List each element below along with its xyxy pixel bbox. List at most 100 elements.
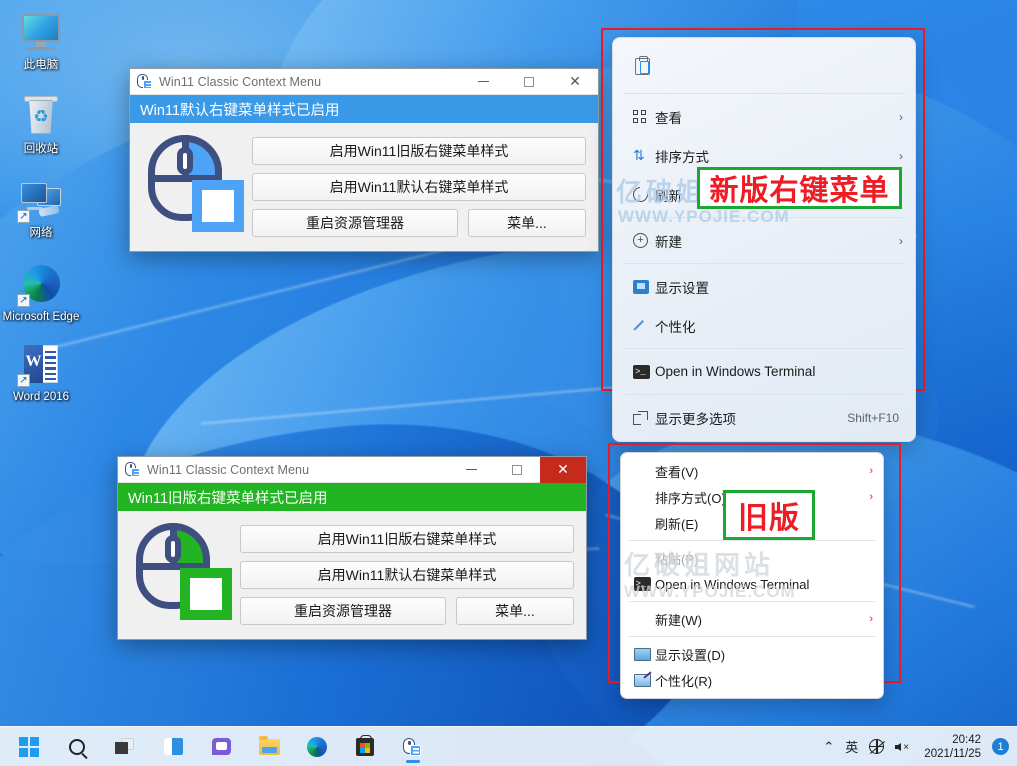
close-button[interactable]: ✕ bbox=[540, 456, 586, 483]
search-icon bbox=[69, 738, 85, 755]
widgets-button[interactable] bbox=[154, 730, 192, 764]
monitor-icon bbox=[629, 647, 655, 661]
menu-item-label: 查看 bbox=[655, 110, 682, 126]
menu-item-label: 个性化(R) bbox=[655, 673, 713, 689]
menu-item-label: 排序方式 bbox=[655, 149, 709, 165]
task-view-button[interactable] bbox=[106, 730, 144, 764]
menu-item-open-in-terminal[interactable]: Open in Windows Terminal bbox=[613, 352, 915, 391]
window-controls: ✕ bbox=[460, 69, 598, 95]
clipboard-toolbar[interactable] bbox=[613, 42, 915, 90]
store-icon bbox=[356, 734, 374, 756]
edge-icon bbox=[307, 736, 327, 757]
chat-button[interactable] bbox=[202, 730, 240, 764]
network-icon[interactable] bbox=[869, 739, 886, 754]
desktop-icon-this-pc[interactable]: 此电脑 bbox=[0, 6, 82, 76]
menu-item-view[interactable]: 查看 › bbox=[613, 97, 915, 136]
menu-item-view[interactable]: 查看(V) › bbox=[621, 458, 883, 484]
desktop-icon-label: 网络 bbox=[29, 227, 53, 239]
enable-classic-menu-button[interactable]: 启用Win11旧版右键菜单样式 bbox=[240, 525, 574, 553]
paste-clipboard-icon[interactable] bbox=[635, 55, 650, 75]
context-menu-new-style[interactable]: 查看 › ⇅ 排序方式 › 刷新 + 新建 › 显示设置 个性化 >_ Open… bbox=[612, 37, 916, 442]
recycle-bin-icon: ♻ bbox=[17, 96, 65, 140]
menu-item-label: 个性化 bbox=[655, 319, 696, 335]
window-classic-context-menu-default[interactable]: Win11 Classic Context Menu ✕ Win11默认右键菜单… bbox=[129, 68, 599, 252]
chevron-right-icon: › bbox=[899, 109, 903, 124]
menu-separator bbox=[629, 540, 875, 541]
folder-icon bbox=[258, 735, 280, 755]
menu-item-display-settings[interactable]: 显示设置(D) bbox=[621, 641, 883, 667]
personalize-pen-icon bbox=[633, 318, 655, 333]
minimize-button[interactable] bbox=[460, 69, 506, 95]
window-titlebar[interactable]: Win11 Classic Context Menu ✕ bbox=[118, 456, 586, 483]
desktop-icon-word[interactable]: W ↗ Word 2016 bbox=[0, 338, 82, 408]
menu-button[interactable]: 菜单... bbox=[468, 209, 586, 237]
taskbar-buttons bbox=[10, 730, 432, 764]
sort-icon: ⇅ bbox=[633, 147, 645, 163]
chat-icon bbox=[211, 738, 231, 755]
shortcut-arrow-icon: ↗ bbox=[17, 374, 30, 387]
search-button[interactable] bbox=[58, 730, 96, 764]
desktop-icon-edge[interactable]: ↗ Microsoft Edge bbox=[0, 258, 82, 328]
window-classic-context-menu-legacy[interactable]: Win11 Classic Context Menu ✕ Win11旧版右键菜单… bbox=[117, 456, 587, 640]
menu-item-label: 查看(V) bbox=[655, 464, 699, 480]
button-column: 启用Win11旧版右键菜单样式 启用Win11默认右键菜单样式 重启资源管理器 … bbox=[252, 133, 586, 239]
refresh-icon bbox=[629, 183, 655, 206]
menu-item-new[interactable]: 新建(W) › bbox=[621, 606, 883, 632]
desktop-icon-network[interactable]: ↗ 网络 bbox=[0, 174, 82, 244]
show-more-icon bbox=[633, 410, 655, 425]
menu-item-new[interactable]: + 新建 › bbox=[613, 221, 915, 260]
menu-item-label: Open in Windows Terminal bbox=[655, 364, 816, 379]
menu-item-personalize[interactable]: 个性化 bbox=[613, 306, 915, 345]
menu-item-open-in-terminal[interactable]: Open in Windows Terminal bbox=[621, 571, 883, 597]
running-indicator bbox=[406, 759, 420, 763]
button-column: 启用Win11旧版右键菜单样式 启用Win11默认右键菜单样式 重启资源管理器 … bbox=[240, 521, 574, 627]
menu-item-label: 新建 bbox=[655, 234, 682, 250]
enable-default-menu-button[interactable]: 启用Win11默认右键菜单样式 bbox=[252, 173, 586, 201]
menu-item-shortcut: Shift+F10 bbox=[847, 410, 899, 425]
notification-badge[interactable]: 1 bbox=[992, 738, 1009, 755]
file-explorer-button[interactable] bbox=[250, 730, 288, 764]
desktop-icon-label: 回收站 bbox=[23, 143, 59, 155]
window-titlebar[interactable]: Win11 Classic Context Menu ✕ bbox=[130, 69, 598, 95]
annotation-new-menu: 新版右键菜单 bbox=[697, 167, 902, 209]
menu-item-display-settings[interactable]: 显示设置 bbox=[613, 267, 915, 306]
minimize-button[interactable] bbox=[448, 457, 494, 483]
store-button[interactable] bbox=[346, 730, 384, 764]
menu-item-personalize[interactable]: 个性化(R) bbox=[621, 667, 883, 693]
menu-item-label: 新建(W) bbox=[655, 612, 702, 628]
status-banner: Win11默认右键菜单样式已启用 bbox=[130, 95, 598, 123]
shortcut-arrow-icon: ↗ bbox=[17, 210, 30, 223]
restart-explorer-button[interactable]: 重启资源管理器 bbox=[252, 209, 458, 237]
volume-mute-icon[interactable]: × bbox=[895, 740, 913, 754]
restart-explorer-button[interactable]: 重启资源管理器 bbox=[240, 597, 446, 625]
desktop-icon-label: 此电脑 bbox=[23, 59, 59, 71]
context-menu-app-button[interactable] bbox=[394, 730, 432, 764]
menu-item-label: 显示更多选项 bbox=[655, 411, 736, 427]
chevron-right-icon: › bbox=[869, 613, 873, 625]
tray-expand-chevron-icon[interactable]: ⌃ bbox=[823, 739, 834, 755]
app-mouse-icon bbox=[403, 737, 423, 756]
close-button[interactable]: ✕ bbox=[552, 69, 598, 95]
clock[interactable]: 20:42 2021/11/25 bbox=[924, 733, 981, 761]
desktop-icon-label: Microsoft Edge bbox=[2, 311, 80, 323]
maximize-button[interactable] bbox=[506, 69, 552, 95]
this-pc-icon bbox=[17, 12, 65, 56]
annotation-old-menu: 旧版 bbox=[723, 490, 815, 540]
mouse-illustration-icon bbox=[134, 523, 232, 627]
button-row: 重启资源管理器 菜单... bbox=[240, 597, 574, 625]
ime-indicator[interactable]: 英 bbox=[845, 737, 858, 756]
enable-classic-menu-button[interactable]: 启用Win11旧版右键菜单样式 bbox=[252, 137, 586, 165]
menu-item-show-more-options[interactable]: 显示更多选项 Shift+F10 bbox=[613, 398, 915, 437]
start-button[interactable] bbox=[10, 730, 48, 764]
status-banner: Win11旧版右键菜单样式已启用 bbox=[118, 483, 586, 511]
word-icon: W ↗ bbox=[17, 344, 65, 388]
grid-view-icon bbox=[633, 109, 655, 124]
desktop-icon-recycle-bin[interactable]: ♻ 回收站 bbox=[0, 90, 82, 160]
terminal-icon bbox=[629, 577, 655, 591]
clock-time: 20:42 bbox=[952, 733, 981, 746]
edge-button[interactable] bbox=[298, 730, 336, 764]
windows-logo-icon bbox=[19, 736, 39, 757]
enable-default-menu-button[interactable]: 启用Win11默认右键菜单样式 bbox=[240, 561, 574, 589]
maximize-button[interactable] bbox=[494, 457, 540, 483]
menu-button[interactable]: 菜单... bbox=[456, 597, 574, 625]
